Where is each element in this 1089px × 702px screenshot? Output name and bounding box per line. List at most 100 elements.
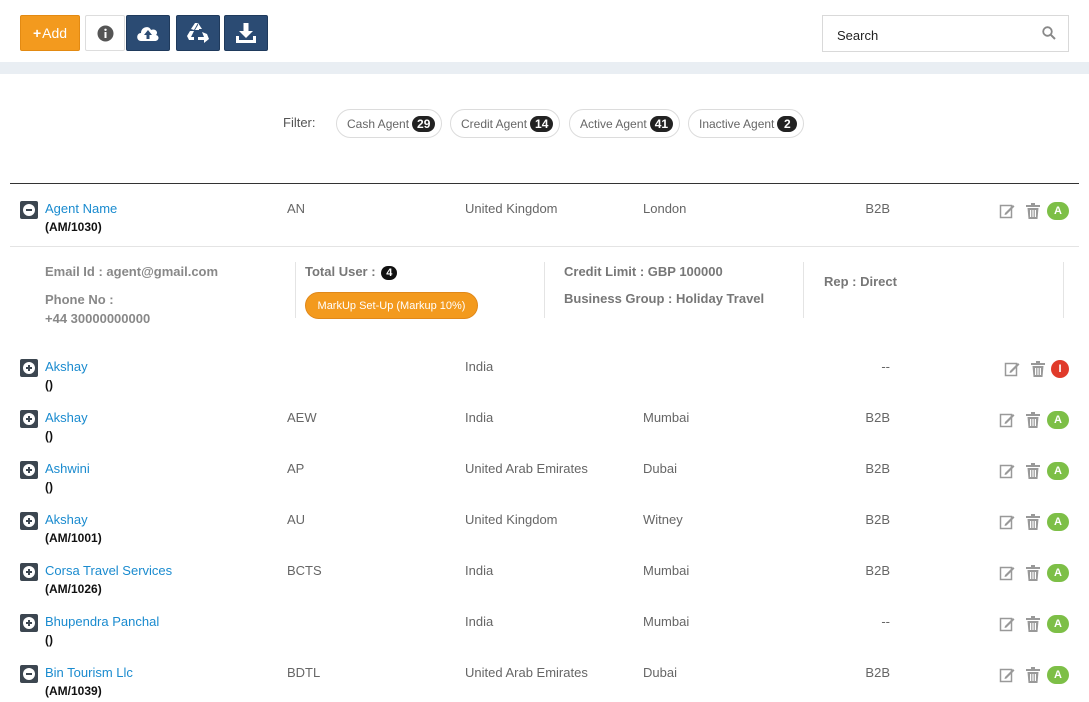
status-badge[interactable]: A	[1047, 615, 1069, 633]
edit-icon[interactable]	[999, 203, 1015, 219]
contact-column: Email Id : agent@gmail.com Phone No : +4…	[45, 264, 218, 326]
agent-type: B2B	[865, 461, 890, 476]
status-badge[interactable]: A	[1047, 202, 1069, 220]
agent-name-link[interactable]: Agent Name	[45, 201, 117, 216]
agent-code: ()	[45, 429, 53, 443]
expand-toggle[interactable]	[20, 563, 38, 581]
status-badge[interactable]: I	[1051, 360, 1069, 378]
agent-short-code: AEW	[287, 410, 317, 425]
filter-chip-active-agent[interactable]: Active Agent 41	[569, 109, 681, 138]
expand-toggle[interactable]	[20, 614, 38, 632]
edit-icon[interactable]	[999, 412, 1015, 428]
expand-toggle[interactable]	[20, 512, 38, 530]
info-icon	[97, 25, 113, 41]
agent-code: ()	[45, 480, 53, 494]
table-top-border	[10, 183, 1079, 184]
agent-country: United Kingdom	[465, 512, 558, 527]
expand-toggle[interactable]	[20, 359, 38, 377]
recycle-button[interactable]	[176, 15, 220, 51]
edit-icon[interactable]	[999, 565, 1015, 581]
agent-name-link[interactable]: Akshay	[45, 512, 88, 527]
agent-type: B2B	[865, 512, 890, 527]
agent-country: United Kingdom	[465, 201, 558, 216]
add-button[interactable]: + Add	[20, 15, 80, 51]
status-badge[interactable]: A	[1047, 666, 1069, 684]
agent-country: United Arab Emirates	[465, 461, 588, 476]
agent-city: London	[643, 201, 687, 216]
agent-name-link[interactable]: Bin Tourism Llc	[45, 665, 133, 680]
filter-chip-label: Inactive Agent	[699, 116, 775, 131]
edit-icon[interactable]	[999, 667, 1015, 683]
status-badge[interactable]: A	[1047, 462, 1069, 480]
collapse-toggle[interactable]	[20, 201, 38, 219]
agent-type: B2B	[865, 410, 890, 425]
agent-type: --	[881, 359, 890, 374]
agent-country: India	[465, 614, 494, 629]
trash-icon[interactable]	[1026, 667, 1040, 683]
agent-city: Witney	[643, 512, 683, 527]
plus-icon	[23, 362, 35, 374]
search-input[interactable]	[835, 24, 1039, 46]
agent-short-code: BDTL	[287, 665, 321, 680]
agent-code: ()	[45, 378, 53, 392]
agent-name-link[interactable]: Bhupendra Panchal	[45, 614, 159, 629]
agent-city: Mumbai	[643, 563, 690, 578]
agent-code: (AM/1030)	[45, 220, 102, 234]
filter-chip-count: 14	[530, 115, 554, 132]
agent-name-link[interactable]: Akshay	[45, 410, 88, 425]
toolbar: + Add	[0, 0, 1089, 62]
business-group-value: Holiday Travel	[675, 291, 765, 306]
email-text: Email Id : agent@gmail.com	[45, 264, 219, 279]
download-icon	[236, 23, 256, 43]
business-group-label: Business Group :	[564, 291, 673, 306]
phone-value: +44 30000000000	[45, 311, 151, 326]
markup-setup-button[interactable]: MarkUp Set-Up (Markup 10%)	[305, 292, 478, 319]
info-button[interactable]	[85, 15, 125, 51]
trash-icon[interactable]	[1031, 361, 1045, 377]
total-user-count: 4	[381, 266, 398, 280]
agent-name-link[interactable]: Ashwini	[45, 461, 90, 476]
filter-chip-inactive-agent[interactable]: Inactive Agent 2	[688, 109, 805, 138]
trash-icon[interactable]	[1026, 203, 1040, 219]
toolbar-divider	[0, 62, 1089, 74]
edit-icon[interactable]	[999, 514, 1015, 530]
status-badge[interactable]: A	[1047, 564, 1069, 582]
detail-divider	[10, 246, 1079, 247]
download-button[interactable]	[224, 15, 268, 51]
trash-icon[interactable]	[1026, 463, 1040, 479]
edit-icon[interactable]	[999, 616, 1015, 632]
minus-icon	[23, 668, 35, 680]
expand-toggle[interactable]	[20, 461, 38, 479]
agent-short-code: BCTS	[287, 563, 322, 578]
agent-name-link[interactable]: Corsa Travel Services	[45, 563, 172, 578]
agent-code: ()	[45, 633, 53, 647]
rep-text: Rep : Direct	[824, 274, 897, 289]
search-box	[822, 15, 1069, 52]
credit-column: Credit Limit : GBP 100000 Business Group…	[564, 264, 764, 306]
agent-type: --	[881, 614, 890, 629]
search-icon[interactable]	[1042, 26, 1056, 40]
filter-chip-cash-agent[interactable]: Cash Agent 29	[336, 109, 443, 138]
agent-code: (AM/1001)	[45, 531, 102, 545]
detail-divider-line	[803, 262, 804, 318]
upload-button[interactable]	[126, 15, 170, 51]
agent-detail-panel: Email Id : agent@gmail.com Phone No : +4…	[10, 256, 1079, 326]
agent-short-code: AP	[287, 461, 305, 476]
trash-icon[interactable]	[1026, 514, 1040, 530]
edit-icon[interactable]	[999, 463, 1015, 479]
status-badge[interactable]: A	[1047, 411, 1069, 429]
expand-toggle[interactable]	[20, 410, 38, 428]
edit-icon[interactable]	[1004, 361, 1020, 377]
agent-code: (AM/1039)	[45, 684, 102, 698]
collapse-toggle[interactable]	[20, 665, 38, 683]
trash-icon[interactable]	[1026, 616, 1040, 632]
agent-name-link[interactable]: Akshay	[45, 359, 88, 374]
agent-city: Dubai	[643, 461, 677, 476]
status-badge[interactable]: A	[1047, 513, 1069, 531]
recycle-icon	[187, 23, 209, 43]
agent-country: India	[465, 563, 494, 578]
detail-divider-line	[1063, 262, 1064, 318]
trash-icon[interactable]	[1026, 412, 1040, 428]
trash-icon[interactable]	[1026, 565, 1040, 581]
filter-chip-credit-agent[interactable]: Credit Agent 14	[450, 109, 561, 138]
